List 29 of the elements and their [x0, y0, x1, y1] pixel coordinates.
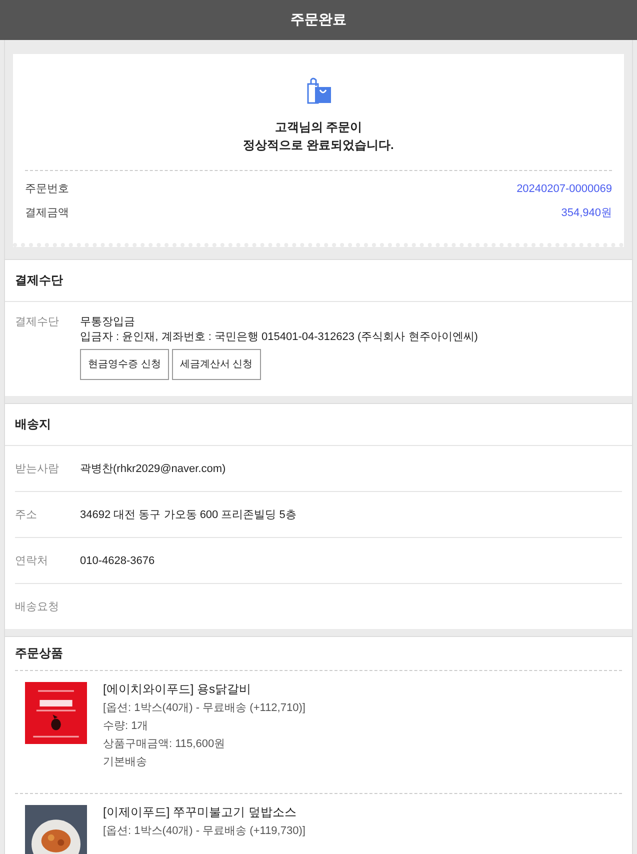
product-detail: 수량: 1개	[103, 719, 150, 734]
payment-method: 무통장입금	[80, 315, 136, 330]
product-name: [에이치와이푸드] 용s닭갈비	[103, 681, 252, 698]
product-detail: 기본배송	[103, 755, 148, 770]
request-button[interactable]: 세금계산서 신청	[172, 349, 261, 380]
product-detail: [옵션: 1박스(40개) - 무료배송 (+112,710)]	[103, 701, 306, 716]
product-detail: [옵션: 1박스(40개) - 무료배송 (+119,730)]	[103, 824, 306, 839]
summary-value: 20240207-0000069	[516, 182, 612, 197]
field-label: 배송요청	[15, 600, 60, 614]
summary-value: 354,940원	[561, 206, 612, 221]
field-label: 주소	[15, 508, 38, 522]
section-title: 결제수단	[5, 260, 632, 302]
field-label: 결제수단	[15, 315, 60, 330]
account-info: 입금자 : 윤인재, 계좌번호 : 국민은행 015401-04-312623 (주식회사 현주아이엔씨)	[80, 330, 478, 345]
page-title: 주문완료	[290, 11, 346, 29]
field-label: 받는사람	[15, 462, 60, 476]
product-name: [이제이푸드] 쭈꾸미불고기 덮밥소스	[103, 804, 298, 821]
summary-label: 결제금액	[25, 206, 69, 221]
request-button[interactable]: 현금영수증 신청	[80, 349, 169, 380]
product-detail: 상품구매금액: 115,600원	[103, 737, 226, 752]
complete-message: 정상적으로 완료되었습니다.	[243, 137, 394, 154]
field-value: 곽병찬(rhkr2029@naver.com)	[80, 462, 226, 476]
field-value: 34692 대전 동구 가오동 600 프리존빌딩 5층	[80, 508, 296, 522]
section-title: 주문상품	[14, 645, 64, 662]
complete-message: 고객님의 주문이	[274, 119, 364, 136]
field-label: 연락처	[15, 554, 49, 568]
field-value: 010-4628-3676	[80, 554, 155, 566]
summary-label: 주문번호	[25, 182, 69, 197]
section-title: 배송지	[5, 404, 632, 446]
